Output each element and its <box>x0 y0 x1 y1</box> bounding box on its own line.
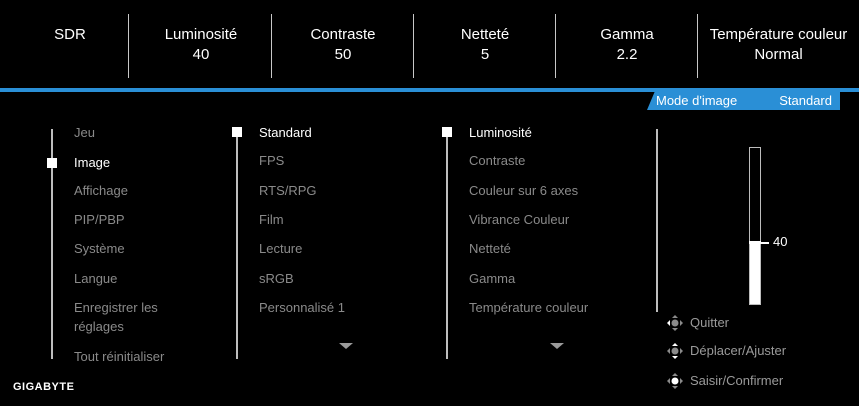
status-brightness-label: Luminosité <box>164 26 238 43</box>
main-menu-item-system[interactable]: Système <box>74 240 125 258</box>
gigabyte-logo: GIGABYTE <box>13 381 75 393</box>
main-menu-item-pip-pbp[interactable]: PIP/PBP <box>74 211 125 229</box>
brightness-slider[interactable] <box>749 147 761 305</box>
setting-gamma[interactable]: Gamma <box>469 270 515 288</box>
picture-mode-selected-marker <box>232 127 242 137</box>
hint-move-label: Déplacer/Ajuster <box>690 343 787 358</box>
setting-sharpness[interactable]: Netteté <box>469 240 511 258</box>
status-brightness: Luminosité 40 <box>130 0 272 86</box>
status-color-temp: Température couleur Normal <box>698 0 859 86</box>
picture-mode-fps[interactable]: FPS <box>259 152 284 170</box>
status-gamma-value: 2.2 <box>616 46 638 63</box>
main-menu-item-picture[interactable]: Image <box>74 154 110 172</box>
slider-column-line <box>656 129 658 312</box>
status-bar: SDR Luminosité 40 Contraste 50 Netteté 5… <box>0 0 859 86</box>
main-menu-item-display[interactable]: Affichage <box>74 182 128 200</box>
status-sharpness-label: Netteté <box>460 26 510 43</box>
picture-mode-tab: Mode d'image Standard <box>647 91 840 110</box>
status-contrast-value: 50 <box>334 46 352 63</box>
joystick-enter-icon <box>667 373 683 389</box>
status-sdr-label: SDR <box>54 26 86 43</box>
status-color-temp-label: Température couleur <box>709 26 848 43</box>
picture-mode-reader[interactable]: Lecture <box>259 240 302 258</box>
brightness-slider-fill <box>750 241 760 304</box>
settings-scroll-down-icon[interactable] <box>550 343 564 349</box>
status-divider <box>128 14 129 78</box>
status-sharpness-value: 5 <box>480 46 490 63</box>
status-color-temp-value: Normal <box>754 46 803 63</box>
joystick-quit-icon <box>667 315 683 331</box>
setting-contrast[interactable]: Contraste <box>469 152 525 170</box>
hint-enter-label: Saisir/Confirmer <box>690 373 784 388</box>
picture-mode-line <box>236 129 238 359</box>
picture-mode-standard[interactable]: Standard <box>259 124 312 142</box>
status-sdr: SDR <box>20 0 120 86</box>
setting-color-temperature[interactable]: Température couleur <box>469 299 588 317</box>
joystick-move-icon <box>667 343 683 359</box>
status-contrast-label: Contraste <box>310 26 376 43</box>
picture-mode-srgb[interactable]: sRGB <box>259 270 294 288</box>
status-gamma: Gamma 2.2 <box>556 0 698 86</box>
status-brightness-value: 40 <box>192 46 210 63</box>
main-menu-item-reset-all[interactable]: Tout réinitialiser <box>74 348 164 366</box>
setting-brightness[interactable]: Luminosité <box>469 124 532 142</box>
picture-mode-scroll-down-icon[interactable] <box>339 343 353 349</box>
setting-six-axis-color[interactable]: Couleur sur 6 axes <box>469 182 578 200</box>
main-menu-item-game[interactable]: Jeu <box>74 124 95 142</box>
main-menu-item-save-settings-line2[interactable]: réglages <box>74 318 124 336</box>
main-menu-item-save-settings[interactable]: Enregistrer les <box>74 299 158 317</box>
picture-mode-rts-rpg[interactable]: RTS/RPG <box>259 182 317 200</box>
main-menu-item-language[interactable]: Langue <box>74 270 117 288</box>
settings-selected-marker <box>442 127 452 137</box>
status-sharpness: Netteté 5 <box>414 0 556 86</box>
settings-line <box>446 129 448 359</box>
status-gamma-label: Gamma <box>600 26 654 43</box>
picture-mode-tab-label: Mode d'image <box>656 93 738 108</box>
picture-mode-movie[interactable]: Film <box>259 211 284 229</box>
brightness-slider-tick <box>761 242 769 244</box>
setting-color-vibrance[interactable]: Vibrance Couleur <box>469 211 569 229</box>
picture-mode-custom-1[interactable]: Personnalisé 1 <box>259 299 345 317</box>
status-contrast: Contraste 50 <box>272 0 414 86</box>
hint-quit-label: Quitter <box>690 315 730 330</box>
brightness-slider-thumb[interactable] <box>749 241 761 244</box>
picture-mode-tab-value: Standard <box>779 93 832 108</box>
brightness-slider-value: 40 <box>773 234 788 249</box>
main-menu-selected-marker <box>47 158 57 168</box>
